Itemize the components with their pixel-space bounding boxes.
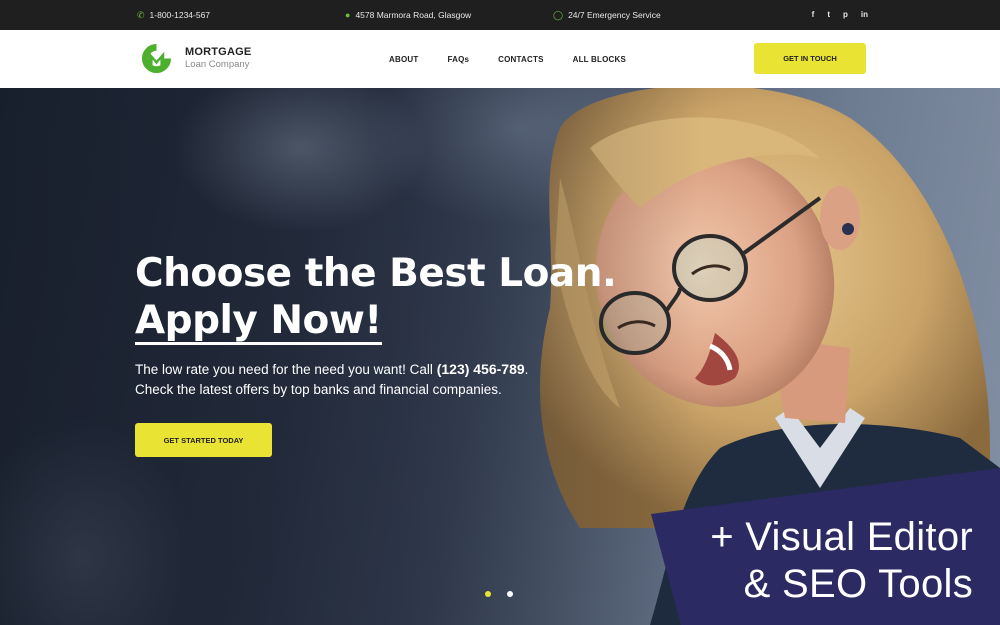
topbar-address-text: 4578 Marmora Road, Glasgow [355, 10, 472, 20]
slider-dot-2[interactable] [507, 591, 513, 597]
twitter-icon[interactable]: t [827, 11, 830, 19]
slider-dot-1[interactable] [485, 591, 491, 597]
top-info-bar: ✆ 1-800-1234-567 ● 4578 Marmora Road, Gl… [0, 0, 1000, 30]
clock-icon: ◯ [553, 9, 564, 20]
hero-text-line2: Check the latest offers by top banks and… [135, 382, 502, 397]
hero-phone-link[interactable]: (123) 456-789 [437, 361, 525, 377]
hero-heading: Choose the Best Loan. Apply Now! [135, 250, 617, 345]
nav-all-blocks[interactable]: ALL BLOCKS [573, 55, 626, 64]
hero-text-after-phone: . [524, 362, 529, 377]
hero-heading-line2: Apply Now! [135, 298, 382, 345]
topbar-hours: ◯ 24/7 Emergency Service [553, 0, 661, 30]
promo-line1: + Visual Editor [710, 515, 973, 559]
topbar-phone[interactable]: ✆ 1-800-1234-567 [137, 0, 210, 30]
topbar-address: ● 4578 Marmora Road, Glasgow [345, 0, 471, 30]
social-links: f t p in [812, 0, 868, 30]
nav-about[interactable]: ABOUT [389, 55, 418, 64]
logo-text: MORTGAGE Loan Company [185, 46, 251, 71]
topbar-phone-text: 1-800-1234-567 [149, 10, 211, 20]
site-header: MORTGAGE Loan Company ABOUT FAQs CONTACT… [0, 30, 1000, 88]
promo-line2: & SEO Tools [743, 562, 973, 606]
linkedin-icon[interactable]: in [861, 11, 868, 19]
location-pin-icon: ● [345, 9, 351, 20]
hero-text-prefix: The low rate you need for the need you w… [135, 362, 433, 377]
promo-badge: + Visual Editor & SEO Tools [651, 468, 1000, 625]
topbar-hours-text: 24/7 Emergency Service [568, 10, 661, 20]
phone-icon: ✆ [137, 9, 145, 20]
logo-name: MORTGAGE [185, 46, 252, 58]
slider-pagination [485, 591, 513, 597]
facebook-icon[interactable]: f [812, 11, 815, 19]
logo[interactable]: MORTGAGE Loan Company [140, 42, 251, 75]
nav-contacts[interactable]: CONTACTS [498, 55, 543, 64]
hero-heading-line1: Choose the Best Loan. [135, 251, 617, 296]
main-nav: ABOUT FAQs CONTACTS ALL BLOCKS [389, 30, 655, 88]
pinterest-icon[interactable]: p [843, 11, 848, 19]
logo-m-icon [141, 43, 172, 74]
hero-description: The low rate you need for the need you w… [135, 359, 595, 400]
get-in-touch-button[interactable]: GET IN TOUCH [754, 43, 866, 74]
get-started-button[interactable]: GET STARTED TODAY [135, 423, 272, 457]
nav-faqs[interactable]: FAQs [447, 55, 469, 64]
logo-subtitle: Loan Company [185, 59, 250, 70]
